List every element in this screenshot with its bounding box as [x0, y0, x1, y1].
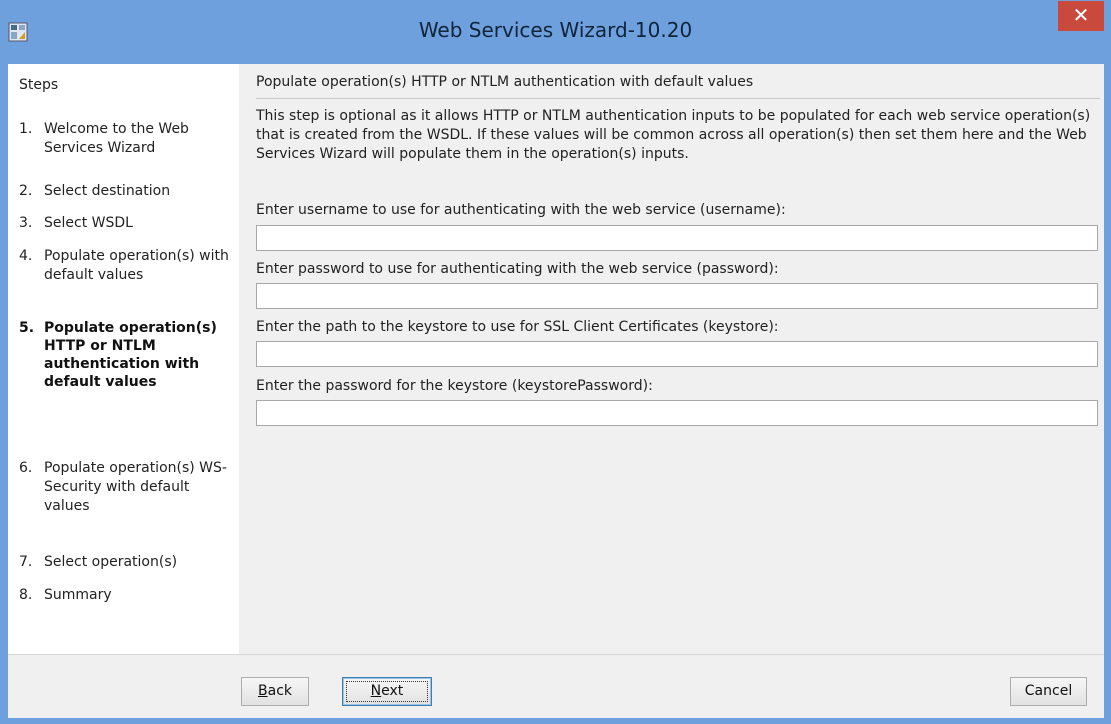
step-label: Select WSDL — [44, 215, 133, 231]
step-number: 5. — [19, 320, 35, 336]
step-label: Summary — [44, 587, 112, 603]
back-button[interactable]: Back — [241, 677, 309, 706]
close-button[interactable]: ✕ — [1058, 1, 1104, 31]
keystore-password-label: Enter the password for the keystore (key… — [256, 378, 653, 394]
step-item-select-wsdl: 3. Select WSDL — [19, 214, 234, 233]
steps-sidebar: Steps 1. Welcome to the Web Services Wiz… — [8, 64, 239, 654]
step-item-http-ntlm-auth: 5. Populate operation(s) HTTP or NTLM au… — [19, 319, 234, 391]
step-item-select-operations: 7. Select operation(s) — [19, 553, 234, 572]
wizard-body: Steps 1. Welcome to the Web Services Wiz… — [8, 64, 1104, 718]
step-label: Welcome to the Web Services Wizard — [44, 121, 189, 156]
close-icon: ✕ — [1072, 3, 1090, 27]
step-item-summary: 8. Summary — [19, 586, 234, 605]
username-label: Enter username to use for authenticating… — [256, 202, 786, 218]
focus-ring — [346, 681, 428, 702]
keystore-password-input[interactable] — [256, 400, 1098, 426]
step-item-welcome: 1. Welcome to the Web Services Wizard — [19, 120, 234, 158]
step-item-ws-security: 6. Populate operation(s) WS-Security wit… — [19, 459, 234, 516]
step-content-panel: Populate operation(s) HTTP or NTLM authe… — [239, 64, 1104, 654]
step-number: 8. — [19, 587, 33, 603]
next-button[interactable]: Next — [342, 677, 432, 706]
step-label: Populate operation(s) HTTP or NTLM authe… — [44, 320, 217, 390]
button-bar: Back Next Cancel — [8, 654, 1104, 718]
back-mnemonic: B — [258, 683, 268, 699]
step-label: Select destination — [44, 183, 171, 199]
step-number: 3. — [19, 215, 33, 231]
step-item-select-destination: 2. Select destination — [19, 182, 234, 201]
step-label: Select operation(s) — [44, 554, 178, 570]
step-description: This step is optional as it allows HTTP … — [256, 108, 1091, 162]
steps-heading: Steps — [19, 77, 59, 93]
window-title: Web Services Wizard-10.20 — [418, 18, 693, 42]
username-input[interactable] — [256, 225, 1098, 251]
cancel-button[interactable]: Cancel — [1010, 677, 1087, 706]
step-number: 6. — [19, 460, 33, 476]
step-label: Populate operation(s) with default value… — [44, 248, 229, 283]
step-item-populate-defaults: 4. Populate operation(s) with default va… — [19, 247, 234, 285]
section-divider — [256, 98, 1100, 99]
step-label: Populate operation(s) WS-Security with d… — [44, 460, 227, 514]
title-bar[interactable]: Web Services Wizard-10.20 ✕ — [0, 0, 1111, 64]
back-label-rest: ack — [267, 683, 292, 699]
password-input[interactable] — [256, 283, 1098, 309]
password-label: Enter password to use for authenticating… — [256, 261, 779, 277]
keystore-label: Enter the path to the keystore to use fo… — [256, 319, 779, 335]
step-number: 4. — [19, 248, 33, 264]
keystore-input[interactable] — [256, 341, 1098, 367]
step-number: 1. — [19, 121, 33, 137]
section-title: Populate operation(s) HTTP or NTLM authe… — [256, 74, 754, 90]
step-number: 7. — [19, 554, 33, 570]
wizard-window: Web Services Wizard-10.20 ✕ Steps 1. Wel… — [0, 0, 1111, 724]
step-number: 2. — [19, 183, 33, 199]
